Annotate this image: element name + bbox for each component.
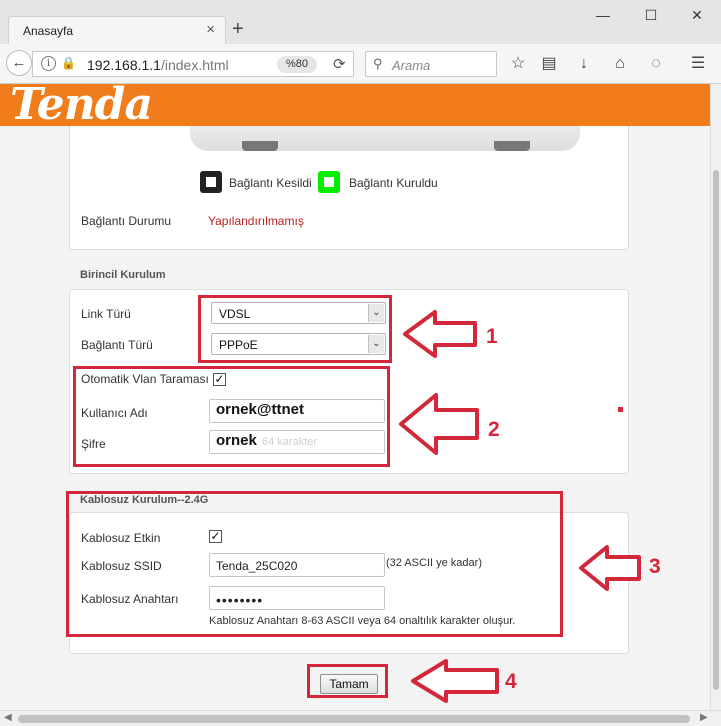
status-connected-label: Bağlantı Kuruldu (349, 176, 438, 190)
home-icon[interactable]: ⌂ (609, 54, 631, 76)
vertical-scrollbar[interactable] (710, 84, 721, 710)
menu-icon[interactable]: ☰ (687, 54, 709, 76)
status-disconnected-label: Bağlantı Kesildi (229, 176, 312, 190)
window-close-button[interactable]: ✕ (682, 4, 712, 26)
info-icon[interactable]: i (41, 56, 56, 71)
close-tab-icon[interactable]: × (206, 21, 215, 38)
download-icon[interactable]: ↓ (573, 54, 595, 76)
router-dots (275, 126, 475, 127)
pocket-icon[interactable]: ◌ (645, 54, 667, 76)
router-foot (242, 141, 278, 151)
search-icon: ⚲ (373, 56, 383, 71)
star-icon[interactable]: ☆ (507, 54, 529, 76)
annotation-number-3: 3 (649, 555, 661, 578)
url-text[interactable]: 192.168.1.1/index.html (87, 57, 229, 73)
browser-titlebar: Anasayfa × + — ☐ ✕ (0, 0, 721, 44)
browser-tab[interactable]: Anasayfa × (8, 16, 226, 44)
ethernet-port-icon (318, 171, 340, 193)
connection-type-label: Bağlantı Türü (81, 338, 153, 352)
status-card: Bağlantı Kesildi Bağlantı Kuruldu Bağlan… (69, 126, 629, 250)
arrow-left-icon (579, 545, 641, 591)
red-marker (618, 407, 623, 412)
tab-title: Anasayfa (23, 24, 74, 38)
annotation-number-2: 2 (488, 418, 500, 441)
url-path: /index.html (160, 57, 229, 73)
horizontal-scroll-thumb[interactable] (18, 715, 690, 723)
maximize-button[interactable]: ☐ (636, 4, 666, 26)
horizontal-scrollbar[interactable]: ◀ ▶ (0, 710, 721, 726)
reload-icon[interactable]: ⟳ (333, 55, 346, 73)
arrow-left-icon (399, 393, 479, 455)
vertical-scroll-thumb[interactable] (713, 170, 719, 690)
primary-setup-title: Birincil Kurulum (80, 269, 166, 281)
new-tab-button[interactable]: + (232, 17, 244, 41)
scroll-right-icon[interactable]: ▶ (700, 712, 708, 723)
arrow-left-icon (411, 659, 499, 703)
back-arrow-icon[interactable]: ← (6, 50, 32, 76)
page-header: Tenda (0, 84, 710, 126)
highlight-box-1 (198, 295, 392, 363)
highlight-box-3 (66, 491, 563, 637)
annotation-number-1: 1 (486, 325, 498, 348)
reader-icon[interactable]: ▤ (538, 54, 560, 76)
ethernet-port-icon (200, 171, 222, 193)
search-input[interactable]: ⚲ Arama (365, 51, 497, 77)
highlight-box-4 (307, 664, 388, 698)
zoom-level[interactable]: %80 (277, 56, 317, 73)
url-bar[interactable]: i 🔒 192.168.1.1/index.html %80 ⟳ (32, 51, 354, 77)
link-type-label: Link Türü (81, 307, 131, 321)
browser-navbar: ← i 🔒 192.168.1.1/index.html %80 ⟳ ⚲ Ara… (0, 44, 721, 84)
url-host: 192.168.1.1 (87, 57, 161, 73)
connection-status-value: Yapılandırılmamış (208, 214, 304, 228)
router-image (190, 126, 580, 151)
search-placeholder: Arama (392, 58, 431, 73)
highlight-box-2 (73, 366, 390, 467)
annotation-number-4: 4 (505, 670, 517, 693)
arrow-left-icon (403, 310, 477, 358)
tenda-logo: Tenda (10, 84, 153, 126)
minimize-button[interactable]: — (588, 4, 618, 26)
insecure-lock-icon[interactable]: 🔒 (61, 56, 76, 70)
scroll-left-icon[interactable]: ◀ (4, 712, 12, 723)
connection-status-label: Bağlantı Durumu (81, 214, 172, 228)
router-foot (494, 141, 530, 151)
